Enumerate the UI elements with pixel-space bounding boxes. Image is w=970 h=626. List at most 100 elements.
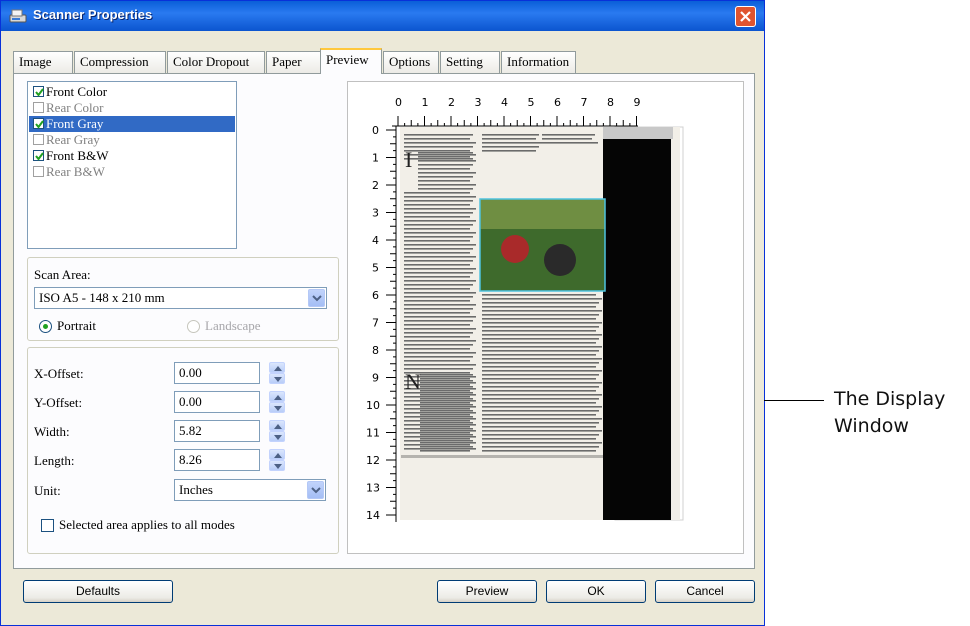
text-line bbox=[404, 220, 476, 222]
length-label: Length: bbox=[34, 453, 75, 468]
list-item-label: Rear Color bbox=[46, 100, 104, 115]
spin-up-button[interactable] bbox=[269, 449, 285, 460]
tab-compression[interactable]: Compression bbox=[74, 51, 166, 73]
vertical-ruler: 01234567891011121314 bbox=[366, 124, 397, 522]
checkbox[interactable] bbox=[33, 166, 44, 177]
text-line bbox=[404, 146, 473, 148]
text-line bbox=[420, 446, 473, 448]
spin-up-button[interactable] bbox=[269, 362, 285, 373]
text-line bbox=[404, 356, 473, 358]
preview-button[interactable]: Preview bbox=[437, 580, 537, 603]
checkbox[interactable] bbox=[33, 150, 44, 161]
spin-down-button[interactable] bbox=[269, 402, 285, 413]
text-line bbox=[420, 398, 473, 400]
preview-canvas: 0123456789 01234567891011121314 I N bbox=[366, 96, 684, 522]
ruler-y-tick-label: 3 bbox=[372, 207, 379, 220]
text-line bbox=[482, 426, 596, 428]
width-spinner[interactable] bbox=[269, 420, 285, 442]
text-line bbox=[404, 424, 476, 426]
list-item-front-bw[interactable]: Front B&W bbox=[29, 148, 235, 164]
text-line bbox=[404, 232, 476, 234]
ruler-y-tick-label: 13 bbox=[366, 482, 380, 495]
text-line bbox=[418, 172, 476, 174]
list-item-rear-bw[interactable]: Rear B&W bbox=[29, 164, 235, 180]
spin-down-button[interactable] bbox=[269, 373, 285, 384]
title-bar[interactable]: Scanner Properties bbox=[1, 1, 764, 31]
x-offset-spinner[interactable] bbox=[269, 362, 285, 384]
dropdown-button[interactable] bbox=[307, 481, 324, 499]
apply-all-checkbox[interactable] bbox=[41, 519, 54, 532]
text-line bbox=[482, 382, 602, 384]
checkbox[interactable] bbox=[33, 118, 44, 129]
text-line bbox=[404, 248, 473, 250]
length-input[interactable]: 8.26 bbox=[174, 449, 260, 471]
spin-down-button[interactable] bbox=[269, 460, 285, 471]
radio-dot bbox=[43, 324, 48, 329]
text-line bbox=[420, 406, 476, 408]
arrow-up-icon bbox=[274, 453, 282, 458]
tab-color-dropout[interactable]: Color Dropout bbox=[167, 51, 265, 73]
ok-button[interactable]: OK bbox=[546, 580, 646, 603]
checkmark-icon bbox=[35, 120, 44, 129]
text-line bbox=[404, 400, 476, 402]
scan-area-value: ISO A5 - 148 x 210 mm bbox=[39, 290, 165, 305]
close-button[interactable] bbox=[735, 6, 756, 27]
arrow-down-icon bbox=[274, 377, 282, 382]
text-line bbox=[420, 426, 470, 428]
text-line bbox=[482, 434, 599, 436]
landscape-label: Landscape bbox=[205, 318, 261, 333]
width-input[interactable]: 5.82 bbox=[174, 420, 260, 442]
list-item-rear-color[interactable]: Rear Color bbox=[29, 100, 235, 116]
tab-setting[interactable]: Setting bbox=[440, 51, 500, 73]
text-line bbox=[482, 314, 599, 316]
checkbox[interactable] bbox=[33, 86, 44, 97]
list-item-front-color[interactable]: Front Color bbox=[29, 84, 235, 100]
spin-down-button[interactable] bbox=[269, 431, 285, 442]
spin-up-button[interactable] bbox=[269, 420, 285, 431]
text-line bbox=[482, 370, 602, 372]
tab-preview[interactable]: Preview bbox=[320, 48, 382, 74]
landscape-radio[interactable] bbox=[187, 320, 200, 333]
tab-options[interactable]: Options bbox=[383, 51, 439, 73]
text-line bbox=[404, 276, 470, 278]
y-offset-spinner[interactable] bbox=[269, 391, 285, 413]
text-line bbox=[404, 448, 476, 450]
ruler-x-tick-label: 7 bbox=[581, 96, 588, 109]
text-line bbox=[482, 354, 596, 356]
scan-area-dropdown[interactable]: ISO A5 - 148 x 210 mm bbox=[34, 287, 327, 309]
ruler-y-tick-label: 9 bbox=[372, 372, 379, 385]
checkbox[interactable] bbox=[33, 102, 44, 113]
text-line bbox=[420, 414, 470, 416]
list-item-front-gray[interactable]: Front Gray bbox=[29, 116, 235, 132]
x-offset-input[interactable]: 0.00 bbox=[174, 362, 260, 384]
text-line bbox=[482, 422, 599, 424]
unit-dropdown[interactable]: Inches bbox=[174, 479, 326, 501]
cancel-button[interactable]: Cancel bbox=[655, 580, 755, 603]
drop-cap-n: N bbox=[405, 369, 421, 394]
length-spinner[interactable] bbox=[269, 449, 285, 471]
preview-display-window[interactable]: 0123456789 0 1 2 3 4 5 6 7 8 9 10 11 12 13 14 I N bbox=[347, 81, 744, 554]
text-line bbox=[420, 422, 473, 424]
tab-image[interactable]: Image bbox=[13, 51, 73, 73]
y-offset-input[interactable]: 0.00 bbox=[174, 391, 260, 413]
text-line bbox=[482, 326, 599, 328]
ruler-y-tick-label: 0 bbox=[372, 124, 379, 137]
defaults-button[interactable]: Defaults bbox=[23, 580, 173, 603]
ruler-y-tick-label: 8 bbox=[372, 344, 379, 357]
portrait-radio[interactable] bbox=[39, 320, 52, 333]
dropdown-button[interactable] bbox=[308, 289, 325, 307]
spin-up-button[interactable] bbox=[269, 391, 285, 402]
checkbox[interactable] bbox=[33, 134, 44, 145]
text-line bbox=[404, 404, 473, 406]
text-line bbox=[404, 396, 470, 398]
list-item-label: Front Gray bbox=[46, 116, 104, 131]
scan-area-label: Scan Area: bbox=[34, 267, 91, 282]
chevron-down-icon bbox=[312, 295, 322, 302]
tab-paper[interactable]: Paper bbox=[266, 51, 321, 73]
list-item-rear-gray[interactable]: Rear Gray bbox=[29, 132, 235, 148]
text-line bbox=[404, 308, 473, 310]
ruler-y-tick-label: 5 bbox=[372, 262, 379, 275]
tab-information[interactable]: Information bbox=[501, 51, 576, 73]
image-mode-list[interactable]: Front Color Rear Color Front Gray Rear G… bbox=[27, 81, 237, 249]
arrow-down-icon bbox=[274, 464, 282, 469]
